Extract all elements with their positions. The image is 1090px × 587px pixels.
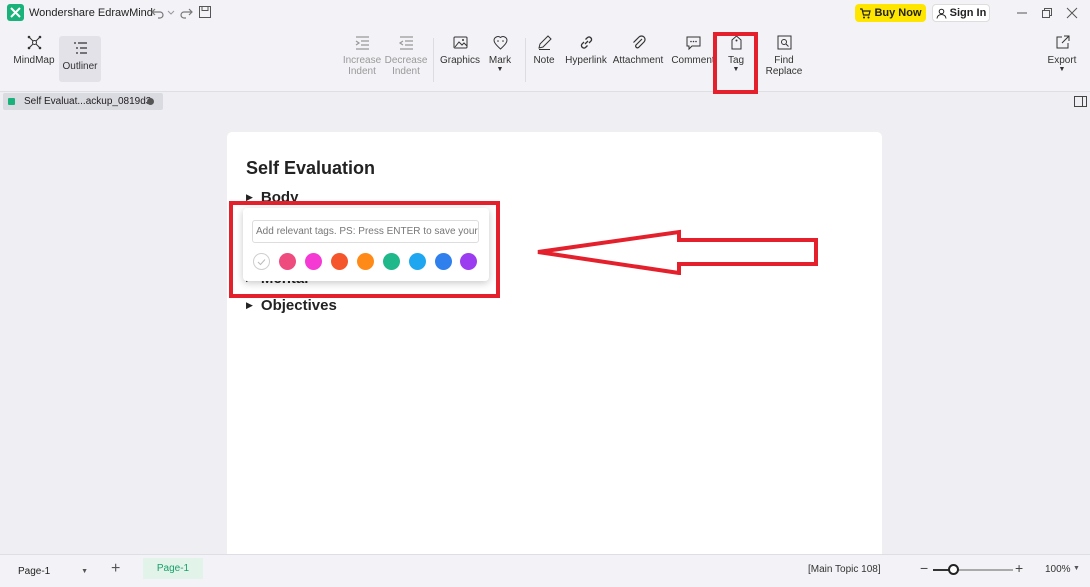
mindmap-label: MindMap xyxy=(13,55,55,66)
attachment-paperclip-icon xyxy=(632,35,646,49)
mark-button[interactable]: Mark ▼ xyxy=(485,34,515,73)
outliner-label: Outliner xyxy=(62,61,98,72)
document-tab-bar: Self Evaluat...ackup_0819d3 xyxy=(0,92,1090,111)
outline-canvas: Self Evaluation ▶ Body ▶ Mental ▶ Object… xyxy=(0,111,1090,562)
topic-label: Objectives xyxy=(260,297,337,314)
decrease-label-line1: Decrease xyxy=(384,55,428,66)
page-tab[interactable]: Page-1 xyxy=(143,558,203,579)
document-file-icon xyxy=(8,98,15,105)
export-dropdown-icon[interactable]: ▼ xyxy=(1059,66,1066,73)
outline-title[interactable]: Self Evaluation xyxy=(246,158,375,179)
title-bar: Wondershare EdrawMind Buy Now Sign In xyxy=(0,0,1090,26)
document-tab-label: Self Evaluat...ackup_0819d3 xyxy=(24,96,152,107)
mindmap-icon xyxy=(27,35,41,50)
find-replace-button[interactable]: Find Replace xyxy=(764,34,804,77)
add-page-icon[interactable]: + xyxy=(111,560,120,578)
unsaved-indicator-icon[interactable] xyxy=(147,98,154,105)
graphics-label: Graphics xyxy=(440,55,481,66)
export-button[interactable]: Export ▼ xyxy=(1044,34,1080,73)
zoom-level[interactable]: 100% xyxy=(1045,564,1071,575)
tag-button-highlight xyxy=(713,32,758,94)
page-select-label: Page-1 xyxy=(18,565,51,577)
app-title: Wondershare EdrawMind xyxy=(29,7,153,19)
increase-label-line1: Increase xyxy=(342,55,382,66)
comment-label: Comment xyxy=(671,55,715,66)
page-select[interactable]: Page-1 ▼ xyxy=(12,561,91,581)
restore-icon[interactable] xyxy=(1039,5,1055,21)
comment-icon xyxy=(686,36,700,51)
zoom-dropdown-icon[interactable]: ▼ xyxy=(1073,565,1080,572)
image-icon xyxy=(453,36,467,49)
undo-dropdown-icon[interactable] xyxy=(167,4,175,20)
user-icon xyxy=(936,8,947,19)
export-label: Export xyxy=(1047,55,1077,66)
find-replace-icon xyxy=(777,35,791,50)
hyperlink-button[interactable]: Hyperlink xyxy=(564,34,608,66)
close-icon[interactable] xyxy=(1064,5,1080,21)
replace-label: Replace xyxy=(765,66,803,77)
increase-indent-icon xyxy=(355,36,369,50)
status-bar: Page-1 ▼ + Page-1 [Main Topic 108] − + 1… xyxy=(0,554,1090,587)
comment-button[interactable]: Comment xyxy=(670,34,716,66)
hyperlink-label: Hyperlink xyxy=(565,55,607,66)
zoom-out-icon[interactable]: − xyxy=(920,560,928,576)
chevron-down-icon: ▼ xyxy=(81,567,88,575)
ribbon-divider xyxy=(525,38,526,82)
tag-popup-highlight xyxy=(229,201,500,298)
cart-icon xyxy=(860,7,872,18)
export-icon xyxy=(1056,35,1069,49)
save-icon[interactable] xyxy=(197,4,213,20)
expand-triangle-icon[interactable]: ▶ xyxy=(246,300,253,311)
selection-status: [Main Topic 108] xyxy=(808,564,881,575)
increase-label-line2: Indent xyxy=(348,66,376,77)
zoom-slider-handle[interactable] xyxy=(947,564,959,575)
find-label: Find xyxy=(774,55,794,66)
panel-toggle-icon[interactable] xyxy=(1074,96,1087,107)
note-button[interactable]: Note xyxy=(530,34,558,66)
increase-indent-button[interactable]: Increase Indent xyxy=(342,34,382,77)
decrease-indent-icon xyxy=(398,36,413,50)
undo-icon[interactable] xyxy=(150,4,166,20)
graphics-button[interactable]: Graphics xyxy=(440,34,480,66)
outliner-icon xyxy=(73,42,87,54)
topic-objectives[interactable]: ▶ Objectives xyxy=(246,297,337,314)
zoom-in-icon[interactable]: + xyxy=(1015,560,1023,576)
attachment-button[interactable]: Attachment xyxy=(612,34,664,66)
app-logo-icon xyxy=(7,4,24,21)
decrease-indent-button[interactable]: Decrease Indent xyxy=(384,34,428,77)
mark-icon xyxy=(492,36,508,50)
outliner-view-button[interactable]: Outliner xyxy=(59,36,101,82)
annotation-arrow-icon xyxy=(537,229,818,275)
buy-now-label: Buy Now xyxy=(874,7,922,19)
ribbon-toolbar: MindMap Outliner Increase Indent Decreas… xyxy=(0,26,1090,92)
mark-label: Mark xyxy=(488,55,512,66)
hyperlink-icon xyxy=(580,36,592,49)
sign-in-button[interactable]: Sign In xyxy=(932,4,990,22)
mindmap-view-button[interactable]: MindMap xyxy=(12,34,56,66)
redo-icon[interactable] xyxy=(178,4,194,20)
minimize-icon[interactable] xyxy=(1014,5,1030,21)
mark-dropdown-icon[interactable]: ▼ xyxy=(497,66,504,73)
note-pen-icon xyxy=(537,35,552,50)
document-tab[interactable]: Self Evaluat...ackup_0819d3 xyxy=(3,93,163,110)
buy-now-button[interactable]: Buy Now xyxy=(855,4,926,22)
note-label: Note xyxy=(533,55,555,66)
outline-page: Self Evaluation ▶ Body ▶ Mental ▶ Object… xyxy=(227,132,882,562)
sign-in-label: Sign In xyxy=(949,7,987,19)
attachment-label: Attachment xyxy=(612,55,664,66)
decrease-label-line2: Indent xyxy=(392,66,420,77)
ribbon-divider xyxy=(433,38,434,82)
